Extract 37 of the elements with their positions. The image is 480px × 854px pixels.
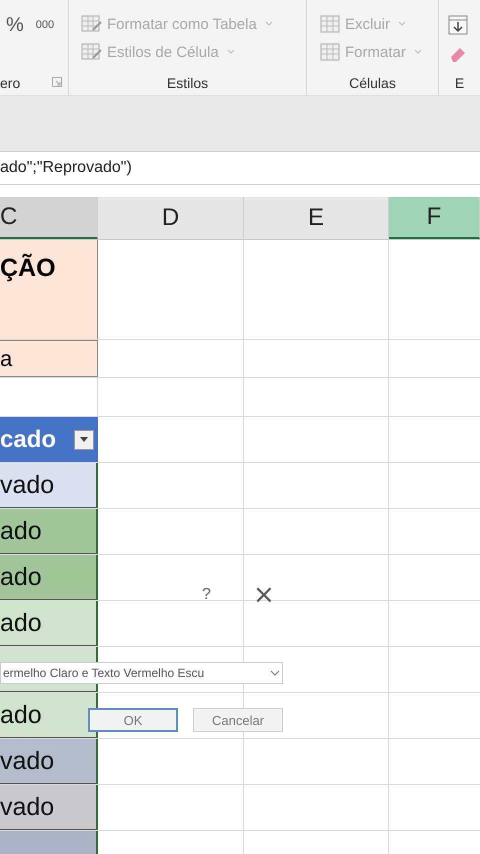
- close-button[interactable]: ×: [253, 582, 275, 608]
- column-header[interactable]: D: [98, 197, 244, 239]
- caret-icon: [398, 21, 406, 27]
- thousands-button[interactable]: 000: [36, 19, 54, 31]
- cell: a: [0, 340, 98, 377]
- cell: ÇÃO: [0, 240, 98, 339]
- formula-text[interactable]: ado";"Reprovado"): [0, 159, 132, 177]
- grid-icon: [319, 42, 341, 62]
- cell-text: ado: [0, 562, 42, 592]
- group-label: E: [454, 75, 466, 93]
- column-header[interactable]: F: [389, 197, 480, 239]
- group-label: ero: [0, 75, 20, 93]
- launcher-icon[interactable]: [52, 77, 62, 87]
- header-text: cado: [0, 426, 56, 454]
- help-button[interactable]: ?: [202, 586, 211, 604]
- caret-icon: [226, 49, 235, 55]
- percent-button[interactable]: %: [6, 14, 24, 36]
- grid-icon: [319, 14, 341, 34]
- cancel-button[interactable]: Cancelar: [193, 708, 283, 732]
- table-icon: [81, 14, 103, 34]
- cell-text: ado: [0, 516, 42, 546]
- fill-down-icon[interactable]: [447, 14, 469, 36]
- group-label: Células: [348, 75, 397, 93]
- cell-text: vado: [0, 792, 54, 822]
- filter-button[interactable]: [74, 430, 94, 450]
- column-header[interactable]: C: [0, 197, 98, 239]
- caret-icon: [414, 49, 422, 55]
- table-icon: [81, 42, 103, 62]
- ok-button[interactable]: OK: [88, 708, 178, 732]
- cell-text: ado: [0, 700, 42, 730]
- cell-text: vado: [0, 746, 54, 776]
- cell-text: ado: [0, 608, 42, 638]
- caret-icon: [264, 21, 273, 27]
- group-label: Estilos: [166, 75, 210, 93]
- format-dropdown[interactable]: ermelho Claro e Texto Vermelho Escu: [0, 662, 283, 684]
- cell-text: vado: [0, 470, 54, 500]
- caret-icon: [80, 437, 88, 442]
